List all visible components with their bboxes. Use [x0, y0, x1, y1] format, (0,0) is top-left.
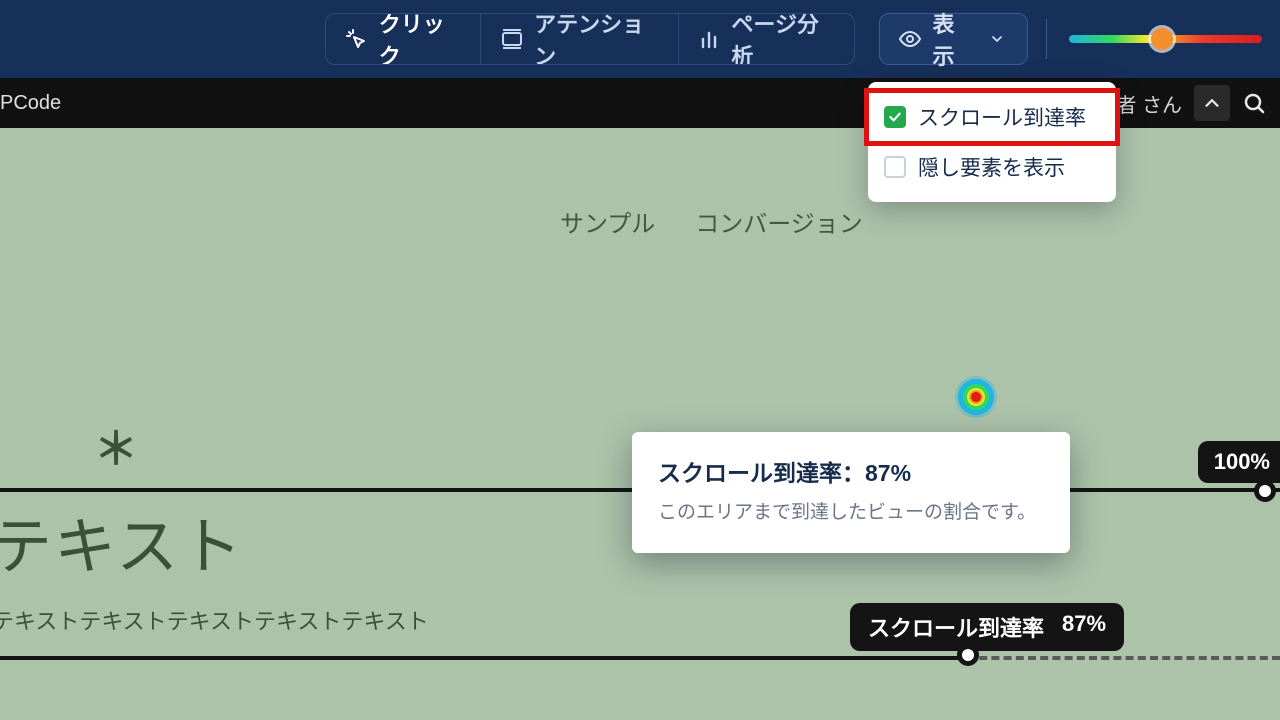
chevron-down-icon [985, 26, 1010, 52]
tab-click[interactable]: クリック [326, 14, 481, 64]
scroll-marker-100-dot[interactable] [1254, 480, 1276, 502]
tab-click-label: クリック [379, 13, 463, 65]
checkbox-hidden-elements[interactable] [884, 156, 906, 178]
tab-attention[interactable]: アテンション [481, 14, 678, 64]
user-label: 者 さん [1116, 89, 1182, 118]
scroll-marker-solid [0, 656, 967, 660]
toolbar-divider [1046, 19, 1047, 59]
tab-page-analysis[interactable]: ページ分析 [679, 14, 854, 64]
tooltip-description: このエリアまで到達したビューの割合です。 [658, 498, 1044, 527]
slider-knob[interactable] [1151, 28, 1173, 50]
attention-icon [499, 26, 524, 52]
dropdown-item-scroll-reach[interactable]: スクロール到達率 [868, 92, 1116, 142]
eye-icon [898, 26, 923, 52]
scroll-marker-current-value: 87% [1062, 611, 1106, 643]
search-button[interactable] [1236, 85, 1272, 121]
tab-attention-label: アテンション [534, 13, 660, 65]
site-brand: PCode [0, 92, 61, 115]
page-preview: サンプル コンバージョン ＊ テキスト テキストテキストテキストテキストテキスト… [0, 128, 1280, 720]
analysis-toolbar: クリック アテンション ページ分析 [0, 0, 1280, 78]
bar-chart-icon [697, 26, 722, 52]
scroll-marker-100-badge: 100% [1198, 441, 1280, 483]
display-button-label: 表示 [932, 7, 974, 71]
click-icon [344, 26, 369, 52]
tab-page-label: ページ分析 [731, 13, 835, 65]
scroll-marker-100-label: 100% [1214, 449, 1270, 474]
dropdown-item-hidden-elements[interactable]: 隠し要素を表示 [868, 142, 1116, 192]
intensity-slider[interactable] [1069, 30, 1262, 48]
display-options-button[interactable]: 表示 [879, 13, 1029, 65]
scroll-marker-current-dot[interactable] [957, 644, 979, 666]
analysis-mode-tabs: クリック アテンション ページ分析 [325, 13, 855, 65]
tooltip-title: スクロール到達率：87% [658, 454, 1044, 488]
scroll-marker-current-badge: スクロール到達率 87% [850, 603, 1124, 651]
heatmap-hotspot [955, 376, 997, 418]
scroll-marker-dashed [967, 656, 1280, 660]
checkbox-scroll-reach[interactable] [884, 106, 906, 128]
dropdown-item-hidden-elements-label: 隠し要素を表示 [918, 152, 1065, 182]
dropdown-item-scroll-reach-label: スクロール到達率 [918, 102, 1086, 132]
scroll-marker-current-label: スクロール到達率 [868, 611, 1044, 643]
collapse-button[interactable] [1194, 85, 1230, 121]
display-options-dropdown: スクロール到達率 隠し要素を表示 [868, 82, 1116, 202]
scroll-reach-tooltip: スクロール到達率：87% このエリアまで到達したビューの割合です。 [632, 432, 1070, 553]
